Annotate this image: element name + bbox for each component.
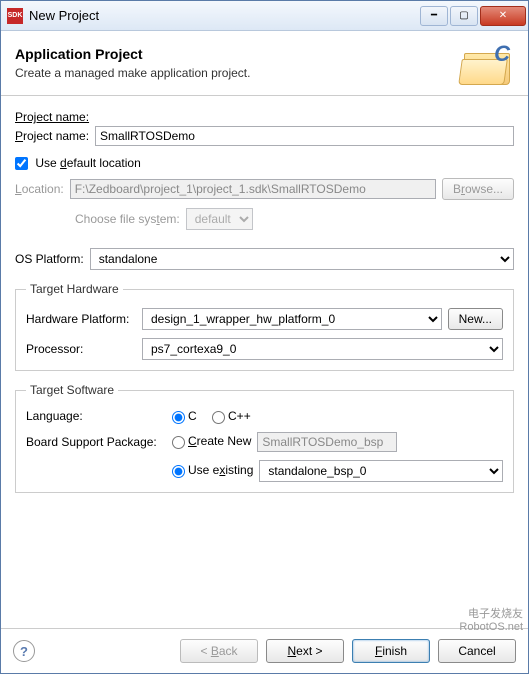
language-cpp-option[interactable]: C++ xyxy=(212,409,251,423)
titlebar: SDK New Project ━ ▢ ✕ xyxy=(1,1,528,31)
os-platform-label: OS Platform: xyxy=(15,252,84,266)
close-button[interactable]: ✕ xyxy=(480,6,526,26)
next-button[interactable]: Next > xyxy=(266,639,344,663)
choose-filesystem-label: Choose file system: xyxy=(75,212,180,226)
folder-c-icon: C xyxy=(460,41,514,85)
filesystem-select: default xyxy=(186,208,253,230)
language-c-option[interactable]: C xyxy=(172,409,197,423)
back-button: < Back xyxy=(180,639,258,663)
target-software-group: Target Software Language: C C++ Board Su… xyxy=(15,383,514,492)
bsp-create-new-option[interactable]: Create New xyxy=(172,434,251,448)
location-label: Location: xyxy=(15,182,64,196)
processor-label: Processor: xyxy=(26,342,136,356)
location-input xyxy=(70,179,436,199)
help-icon[interactable]: ? xyxy=(13,640,35,662)
processor-select[interactable]: ps7_cortexa9_0 xyxy=(142,338,503,360)
use-default-location-checkbox[interactable] xyxy=(15,157,28,170)
header-band: Application Project Create a managed mak… xyxy=(1,31,528,96)
content-area: Project name: Project name: Project name… xyxy=(1,96,528,628)
target-hardware-legend: Target Hardware xyxy=(26,282,123,296)
browse-button: Browse... xyxy=(442,178,514,200)
bsp-use-existing-option[interactable]: Use existing xyxy=(172,463,253,477)
language-label: Language: xyxy=(26,409,166,423)
bsp-existing-select[interactable]: standalone_bsp_0 xyxy=(259,460,503,482)
bsp-label: Board Support Package: xyxy=(26,435,166,449)
project-name-label: Project name: xyxy=(15,129,89,143)
page-title: Application Project xyxy=(15,46,250,62)
bsp-new-name-input xyxy=(257,432,397,452)
minimize-button[interactable]: ━ xyxy=(420,6,448,26)
bsp-create-new-radio[interactable] xyxy=(172,436,185,449)
page-subtitle: Create a managed make application projec… xyxy=(15,66,250,80)
target-software-legend: Target Software xyxy=(26,383,118,397)
maximize-button[interactable]: ▢ xyxy=(450,6,478,26)
use-default-location-label: Use default location xyxy=(35,156,140,170)
language-c-radio[interactable] xyxy=(172,411,185,424)
os-platform-select[interactable]: standalone xyxy=(90,248,514,270)
hardware-platform-select[interactable]: design_1_wrapper_hw_platform_0 xyxy=(142,308,442,330)
footer: ? < Back Next > Finish Cancel xyxy=(1,628,528,673)
bsp-use-existing-radio[interactable] xyxy=(172,465,185,478)
new-hardware-button[interactable]: New... xyxy=(448,308,503,330)
language-cpp-radio[interactable] xyxy=(212,411,225,424)
app-icon: SDK xyxy=(7,8,23,24)
window-title: New Project xyxy=(29,8,420,23)
project-name-input[interactable] xyxy=(95,126,514,146)
cancel-button[interactable]: Cancel xyxy=(438,639,516,663)
target-hardware-group: Target Hardware Hardware Platform: desig… xyxy=(15,282,514,371)
new-project-dialog: SDK New Project ━ ▢ ✕ Application Projec… xyxy=(0,0,529,674)
hardware-platform-label: Hardware Platform: xyxy=(26,312,136,326)
project-name-label: Project name: xyxy=(15,110,89,124)
finish-button[interactable]: Finish xyxy=(352,639,430,663)
